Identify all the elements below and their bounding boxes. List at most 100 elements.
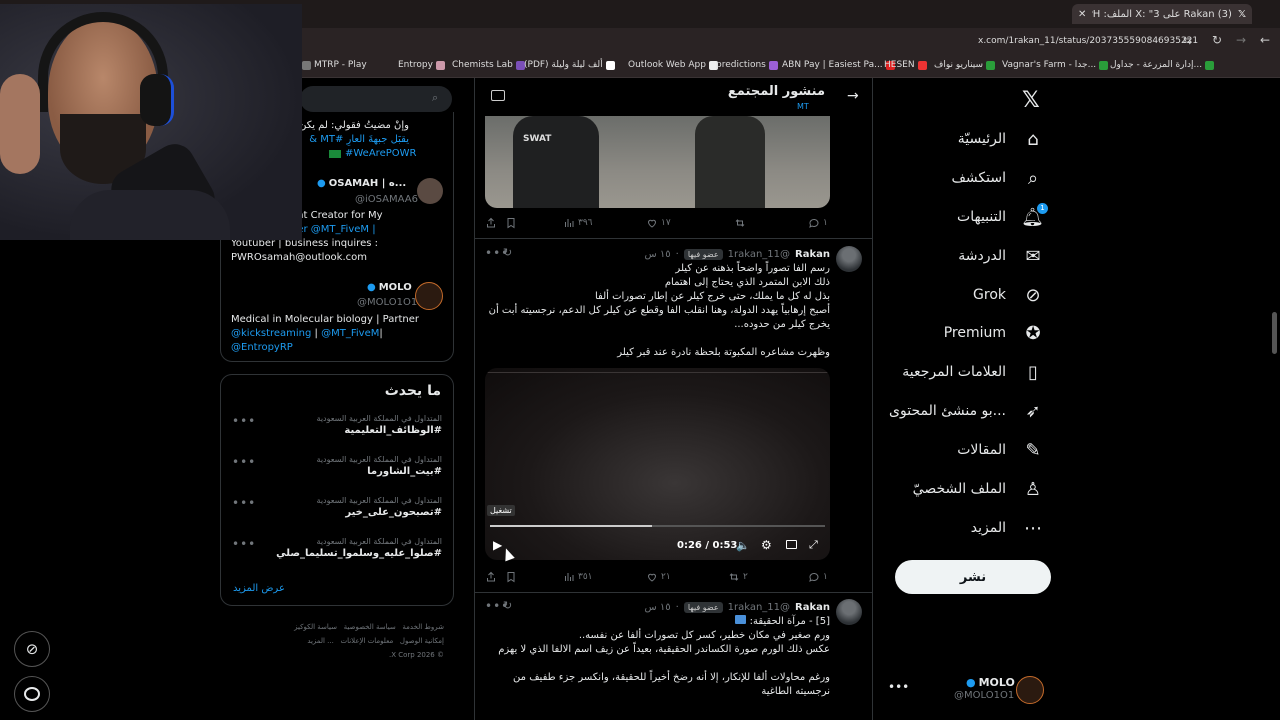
reply-action[interactable]: ١ [808, 571, 828, 583]
nav-item-mail[interactable]: ✉ الدردشة [958, 241, 1044, 271]
author-handle[interactable]: @1rakan_11 [728, 602, 790, 613]
video-player[interactable]: تشغيل ▶ 0:26 / 0:53 🔈 ⚙ ⤢ [485, 368, 830, 560]
trend-item[interactable]: المتداول في المملكة العربية السعودية #تصب… [232, 496, 442, 518]
member-name[interactable]: ● MOLO [367, 282, 412, 293]
avatar[interactable] [415, 282, 443, 310]
retweet-action[interactable] [734, 217, 746, 229]
more-options-icon[interactable]: ••• [485, 246, 509, 260]
bookmark-action[interactable] [505, 217, 517, 229]
account-switcher[interactable]: ● MOLO @MOLO1O1 ••• [884, 672, 1054, 708]
bookmark-favicon-icon [917, 60, 927, 70]
members-hashtag[interactable]: #WeArePOWR [329, 148, 416, 159]
forward-icon[interactable]: → [1236, 33, 1246, 47]
url-text[interactable]: x.com/1rakan_11/status/20373555908469352… [978, 36, 1198, 46]
views-action[interactable]: ٣٥١ [563, 571, 593, 583]
trend-item[interactable]: المتداول في المملكة العربية السعودية #الو… [232, 414, 442, 436]
more-options-icon[interactable]: ••• [232, 496, 256, 510]
author-name[interactable]: Rakan [795, 249, 830, 260]
fullscreen-icon[interactable]: ⤢ [809, 538, 818, 552]
bookmark-item[interactable]: سيناريو نواف [934, 60, 996, 70]
member-text: وإنْ مضيتُ فقولي: لم يكن [299, 120, 409, 131]
retweet-icon [735, 219, 745, 227]
reply-action[interactable]: ١ [808, 217, 828, 229]
more-options-icon[interactable]: ••• [485, 599, 509, 613]
nav-item-profile[interactable]: ♙ الملف الشخصيّ [913, 474, 1044, 504]
verified-icon: ● [317, 178, 326, 189]
show-more-link[interactable]: عرض المزيد [233, 583, 285, 594]
webcam-overlay [0, 4, 302, 240]
bookmark-item[interactable]: Chemists Lab [452, 60, 525, 70]
like-action[interactable]: ١٧ [646, 217, 671, 229]
bookmark-item[interactable]: إدارة المزرعة - جداول... [1110, 60, 1215, 70]
x-logo-icon[interactable]: 𝕏 [1022, 88, 1040, 113]
bookmark-icon: ▯ [1028, 361, 1038, 383]
tweet-time[interactable]: ١٥ س [645, 249, 671, 260]
nav-item-label: Grok [973, 287, 1006, 303]
rocket-icon: ➶ [1025, 400, 1041, 422]
bookmark-item[interactable]: Vagnar's Farm - جدا... [1002, 60, 1109, 70]
bookmark-item[interactable]: predictions [716, 60, 778, 70]
settings-icon[interactable]: ⚙ [761, 538, 772, 552]
notification-badge: 1 [1037, 202, 1048, 214]
share-action[interactable] [485, 217, 497, 229]
bookmark-item[interactable]: Outlook Web App [628, 60, 718, 70]
member-name[interactable]: ● OSAMAH | ه... [317, 178, 406, 189]
retweet-icon [729, 573, 739, 581]
back-arrow-icon[interactable]: → [847, 88, 859, 104]
avatar[interactable] [417, 178, 443, 204]
more-options-icon[interactable]: ••• [232, 537, 256, 551]
bookmark-action[interactable] [505, 571, 517, 583]
nav-item-article[interactable]: ✎ المقالات [957, 435, 1044, 465]
trend-item[interactable]: المتداول في المملكة العربية السعودية #بيت… [232, 455, 442, 477]
grok-float-button[interactable]: ⊘ [14, 631, 50, 667]
views-icon [565, 219, 574, 227]
more-options-icon[interactable]: ••• [888, 680, 909, 694]
member-text: يقبَل جبهةَ العارِ #MT & [309, 134, 409, 145]
search-bar[interactable]: ⌕ [300, 86, 452, 112]
avatar[interactable] [836, 599, 862, 625]
nav-item-more[interactable]: ⋯ المزيد [971, 513, 1044, 543]
scrollbar[interactable] [1272, 312, 1277, 354]
member-bio: PWROsamah@outlook.com [231, 252, 368, 263]
pip-icon[interactable] [786, 540, 797, 549]
nav-item-home[interactable]: ⌂ الرئيسيّة [958, 124, 1044, 154]
author-name[interactable]: Rakan [795, 602, 830, 613]
member-bio[interactable]: @EntropyRP [231, 342, 293, 353]
avatar[interactable] [836, 246, 862, 272]
nav-item-search[interactable]: ⌕ استكشف [951, 163, 1044, 193]
nav-item-grok[interactable]: ⊘ Grok [973, 280, 1044, 310]
bookmark-item[interactable]: HESEN [884, 60, 927, 70]
retweet-action[interactable]: ٢ [728, 571, 748, 583]
bookmark-item[interactable]: Entropy [398, 60, 445, 70]
nav-item-rocket[interactable]: ➶ ...بو منشئ المحتوى [889, 396, 1044, 426]
reader-icon[interactable] [491, 90, 505, 101]
member-bio: @kickstreaming | @MT_FiveM| [231, 328, 383, 339]
trend-item[interactable]: المتداول في المملكة العربية السعودية #صلو… [232, 537, 442, 559]
views-action[interactable]: ٣٩٦ [563, 217, 593, 229]
nav-item-premium[interactable]: ✪ Premium [944, 318, 1044, 348]
author-handle[interactable]: @1rakan_11 [728, 249, 790, 260]
tab-close-icon[interactable]: ✕ [1078, 9, 1086, 20]
bookmark-item[interactable]: ABN Pay | Easiest Pa... [782, 60, 895, 70]
bookmark-item[interactable]: (PDF) ألف ليلة وليلة [524, 60, 615, 70]
share-action[interactable] [485, 571, 497, 583]
nav-item-bell[interactable]: 🔔︎ 1 التنبيهات [957, 202, 1048, 232]
like-action[interactable]: ٢١ [646, 571, 671, 583]
translate-icon[interactable]: ⇆ [1183, 34, 1192, 47]
bookmark-item[interactable]: MTRP - Play [302, 60, 367, 70]
bell-icon: 🔔︎ 1 [1021, 202, 1048, 228]
post-button[interactable]: نشر [895, 560, 1051, 594]
reload-icon[interactable]: ↻ [1212, 33, 1222, 47]
volume-icon[interactable]: 🔈 [736, 539, 750, 552]
verified-icon: ● [367, 282, 376, 293]
browser-tab-active[interactable]: 𝕏 (3) Rakan على X: "3 الملف: ALPH ✕ [1072, 4, 1252, 24]
tweet-media-image[interactable]: SWAT [485, 116, 830, 208]
messages-float-button[interactable] [14, 676, 50, 712]
back-icon[interactable]: ← [1260, 33, 1270, 47]
account-name: ● MOLO [966, 676, 1015, 689]
tweet-time[interactable]: ١٥ س [645, 602, 671, 613]
nav-item-bookmark[interactable]: ▯ العلامات المرجعية [902, 357, 1044, 387]
more-options-icon[interactable]: ••• [232, 414, 256, 428]
page-title: منشور المجتمع [727, 84, 825, 99]
more-options-icon[interactable]: ••• [232, 455, 256, 469]
